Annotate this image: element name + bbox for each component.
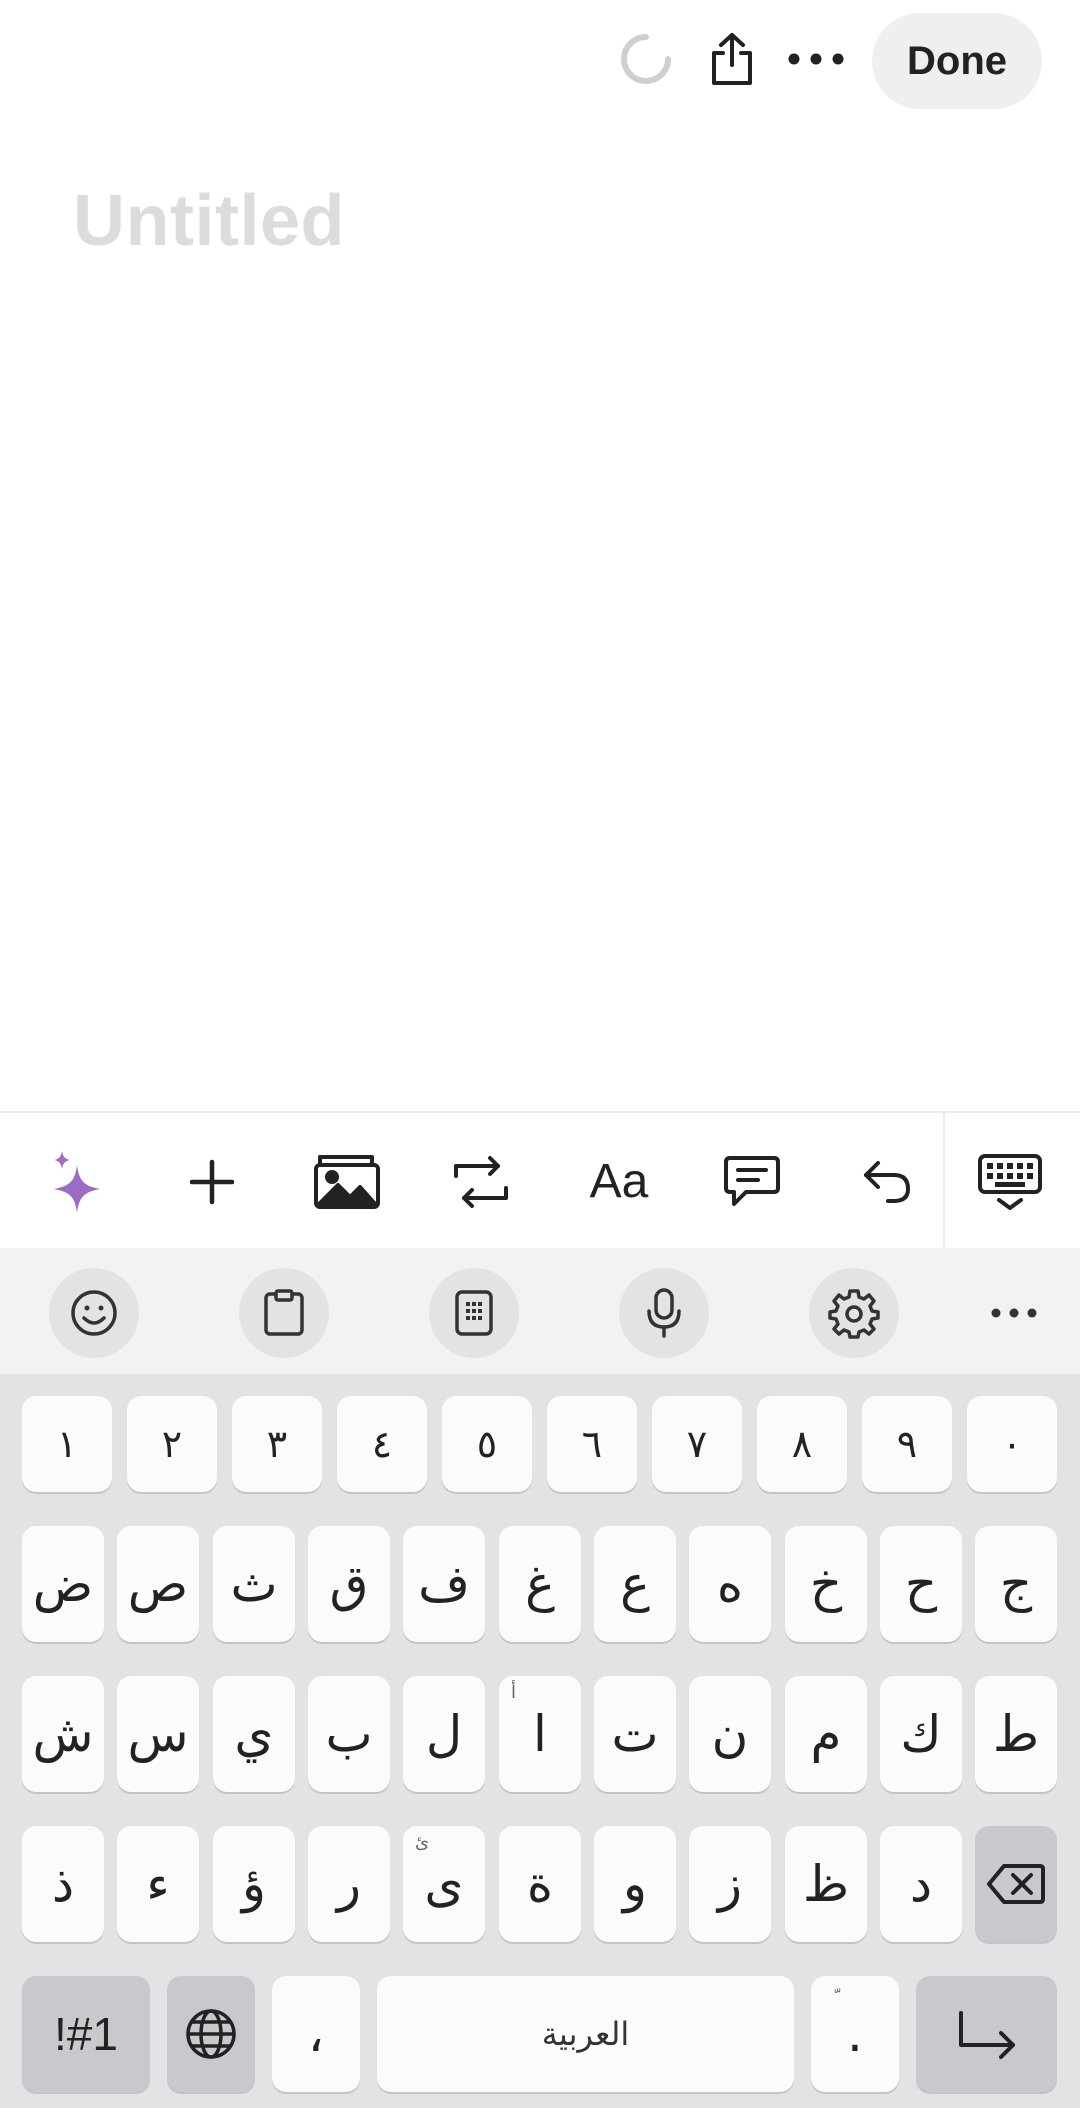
key-hamza[interactable]: ء bbox=[117, 1826, 199, 1942]
key-alif-maqsura-hint: ئ bbox=[415, 1832, 430, 1853]
key-alif-maqsura[interactable]: ئ ى bbox=[403, 1826, 485, 1942]
key-5[interactable]: ٥ bbox=[442, 1396, 532, 1492]
key-dad[interactable]: ض bbox=[22, 1526, 104, 1642]
comma-key[interactable]: ، bbox=[272, 1976, 360, 2092]
key-ta[interactable]: ت bbox=[594, 1676, 676, 1792]
key-jim[interactable]: ج bbox=[975, 1526, 1057, 1642]
key-shin[interactable]: ش bbox=[22, 1676, 104, 1792]
key-ha-end[interactable]: ه bbox=[689, 1526, 771, 1642]
key-alif-label: ا bbox=[533, 1705, 547, 1763]
key-kha[interactable]: خ bbox=[785, 1526, 867, 1642]
undo-icon[interactable] bbox=[837, 1113, 937, 1250]
settings-icon[interactable] bbox=[809, 1268, 899, 1358]
period-key-label: . bbox=[847, 2005, 863, 2063]
key-0[interactable]: ٠ bbox=[967, 1396, 1057, 1492]
key-lam[interactable]: ل bbox=[403, 1676, 485, 1792]
key-2[interactable]: ٢ bbox=[127, 1396, 217, 1492]
keyboard: ١ ٢ ٣ ٤ ٥ ٦ ٧ ٨ ٩ ٠ ض ص ث ق ف غ ع ه خ ح … bbox=[0, 1248, 1080, 2108]
key-alif[interactable]: أ ا bbox=[499, 1676, 581, 1792]
key-qaf[interactable]: ق bbox=[308, 1526, 390, 1642]
add-icon[interactable] bbox=[162, 1113, 262, 1250]
space-key-label: العربية bbox=[541, 2015, 630, 2053]
key-1[interactable]: ١ bbox=[22, 1396, 112, 1492]
period-key[interactable]: ّ . bbox=[811, 1976, 899, 2092]
keypad-icon[interactable] bbox=[429, 1268, 519, 1358]
ai-sparkle-icon[interactable] bbox=[27, 1113, 127, 1250]
emoji-icon[interactable] bbox=[49, 1268, 139, 1358]
clipboard-icon[interactable] bbox=[239, 1268, 329, 1358]
symbols-key-label: !#1 bbox=[54, 2008, 118, 2060]
more-options-icon[interactable] bbox=[784, 26, 848, 92]
key-za[interactable]: ظ bbox=[785, 1826, 867, 1942]
share-icon[interactable] bbox=[700, 26, 764, 92]
key-ha[interactable]: ح bbox=[880, 1526, 962, 1642]
top-bar: Done bbox=[0, 0, 1080, 120]
keyboard-hide-icon[interactable] bbox=[960, 1113, 1060, 1250]
key-7[interactable]: ٧ bbox=[652, 1396, 742, 1492]
key-dhal[interactable]: ذ bbox=[22, 1826, 104, 1942]
key-zay[interactable]: ز bbox=[689, 1826, 771, 1942]
key-3[interactable]: ٣ bbox=[232, 1396, 322, 1492]
keyboard-toolbar bbox=[0, 1248, 1080, 1374]
key-fa[interactable]: ف bbox=[403, 1526, 485, 1642]
key-mim[interactable]: م bbox=[785, 1676, 867, 1792]
image-icon[interactable] bbox=[297, 1113, 397, 1250]
key-alif-hint: أ bbox=[511, 1682, 517, 1703]
key-ba[interactable]: ب bbox=[308, 1676, 390, 1792]
text-format-button[interactable]: Aa bbox=[569, 1113, 669, 1250]
key-ghain[interactable]: غ bbox=[499, 1526, 581, 1642]
note-title-input[interactable]: Untitled bbox=[73, 180, 345, 262]
key-dal[interactable]: د bbox=[880, 1826, 962, 1942]
globe-icon bbox=[186, 2009, 236, 2059]
text-format-label: Aa bbox=[589, 1155, 649, 1208]
backspace-icon bbox=[987, 1864, 1045, 1904]
comment-icon[interactable] bbox=[702, 1113, 802, 1250]
key-alif-maqsura-label: ى bbox=[424, 1855, 464, 1913]
toolbar-divider bbox=[943, 1113, 945, 1250]
format-toolbar: Aa bbox=[0, 1111, 1080, 1250]
key-ra[interactable]: ر bbox=[308, 1826, 390, 1942]
mic-icon[interactable] bbox=[619, 1268, 709, 1358]
symbols-key[interactable]: !#1 bbox=[22, 1976, 150, 2092]
convert-icon[interactable] bbox=[431, 1113, 531, 1250]
done-button[interactable]: Done bbox=[872, 13, 1042, 109]
key-kaf[interactable]: ك bbox=[880, 1676, 962, 1792]
enter-icon bbox=[958, 2011, 1015, 2059]
keyboard-more-icon[interactable] bbox=[969, 1268, 1059, 1358]
key-sad[interactable]: ص bbox=[117, 1526, 199, 1642]
language-key[interactable] bbox=[167, 1976, 255, 2092]
key-ya[interactable]: ي bbox=[213, 1676, 295, 1792]
key-ta-emphatic[interactable]: ط bbox=[975, 1676, 1057, 1792]
key-8[interactable]: ٨ bbox=[757, 1396, 847, 1492]
key-ain[interactable]: ع bbox=[594, 1526, 676, 1642]
enter-key[interactable] bbox=[916, 1976, 1057, 2092]
key-tha[interactable]: ث bbox=[213, 1526, 295, 1642]
key-nun[interactable]: ن bbox=[689, 1676, 771, 1792]
key-ta-marbuta[interactable]: ة bbox=[499, 1826, 581, 1942]
loading-spinner-icon bbox=[614, 26, 678, 92]
key-9[interactable]: ٩ bbox=[862, 1396, 952, 1492]
key-4[interactable]: ٤ bbox=[337, 1396, 427, 1492]
key-sin[interactable]: س bbox=[117, 1676, 199, 1792]
key-waw[interactable]: و bbox=[594, 1826, 676, 1942]
space-key[interactable]: العربية bbox=[377, 1976, 794, 2092]
key-6[interactable]: ٦ bbox=[547, 1396, 637, 1492]
key-waw-hamza[interactable]: ؤ bbox=[213, 1826, 295, 1942]
backspace-key[interactable] bbox=[975, 1826, 1057, 1942]
